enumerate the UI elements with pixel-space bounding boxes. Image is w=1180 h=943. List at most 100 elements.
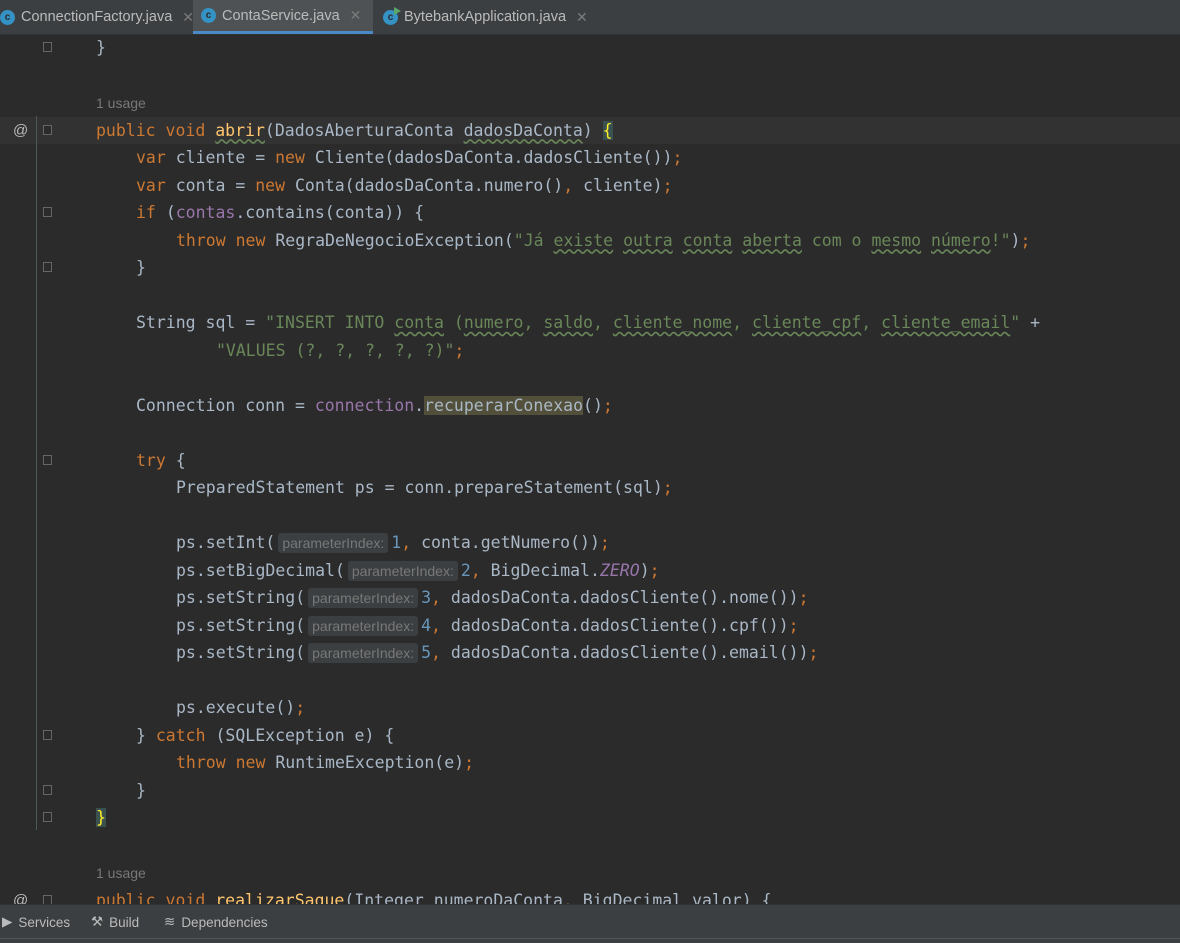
code-line[interactable] <box>0 832 1180 860</box>
code-token: ; <box>662 478 673 497</box>
code-token: , <box>523 313 544 332</box>
code-line[interactable]: if (contas.contains(conta)) { <box>0 199 1180 227</box>
code-line[interactable] <box>0 419 1180 447</box>
class-icon: c <box>201 8 216 23</box>
code-line[interactable] <box>0 667 1180 695</box>
override-marker-icon[interactable]: @ <box>13 117 28 145</box>
fold-marker-icon[interactable] <box>43 894 52 905</box>
tab-bytebankapplication[interactable]: c BytebankApplication.java ✕ <box>375 0 596 34</box>
fold-marker-icon[interactable] <box>43 454 52 465</box>
status-bar <box>0 938 1180 943</box>
code-token: ; <box>599 533 610 552</box>
code-line[interactable]: } <box>0 34 1180 62</box>
inlay-hint: parameterIndex: <box>308 615 419 636</box>
code-text: } <box>96 804 106 832</box>
code-line[interactable]: @ public void abrir(DadosAberturaConta da… <box>0 116 1180 145</box>
code-token: saldo <box>543 313 593 332</box>
code-line[interactable]: ps.execute(); <box>0 694 1180 722</box>
code-token: , <box>732 313 752 332</box>
code-line[interactable]: } <box>0 254 1180 282</box>
code-token: numero <box>463 313 524 332</box>
fold-marker-icon[interactable] <box>43 812 52 822</box>
tab-connectionfactory[interactable]: c ConnectionFactory.java ✕ <box>0 0 202 34</box>
code-line[interactable] <box>0 282 1180 310</box>
code-line[interactable]: } <box>0 804 1180 832</box>
usage-hint[interactable]: 1 usage <box>96 865 146 881</box>
services-button[interactable]: ▶ Services <box>2 905 70 939</box>
fold-marker-icon[interactable] <box>43 207 52 217</box>
code-line[interactable] <box>0 502 1180 530</box>
code-token: ps.setString( <box>176 615 306 635</box>
code-token: " <box>1010 313 1031 332</box>
code-token: , <box>431 643 451 662</box>
code-line[interactable]: ps.setString(parameterIndex: 4, dadosDaCo… <box>0 612 1180 640</box>
code-line[interactable]: throw new RuntimeException(e); <box>0 749 1180 777</box>
code-token: contas <box>175 203 236 222</box>
code-token: ) <box>582 120 603 140</box>
code-text: ps.setString(parameterIndex: 4, dadosDaCo… <box>176 612 799 641</box>
code-token: .contains(conta)) { <box>235 203 425 222</box>
code-line[interactable]: ps.setString(parameterIndex: 3, dadosDaCo… <box>0 584 1180 612</box>
code-token: ) <box>639 560 650 580</box>
code-text: var cliente = new Cliente(dadosDaConta.d… <box>136 144 682 172</box>
code-text: ps.setString(parameterIndex: 3, dadosDaCo… <box>176 584 809 613</box>
code-line[interactable] <box>0 364 1180 392</box>
code-line[interactable]: 1 usage <box>0 859 1180 887</box>
fold-marker-icon[interactable] <box>43 729 52 740</box>
code-token: número <box>931 230 991 250</box>
code-line[interactable]: ps.setString(parameterIndex: 5, dadosDaCo… <box>0 639 1180 667</box>
code-token: ( <box>443 313 464 332</box>
close-icon[interactable]: ✕ <box>350 7 362 24</box>
code-token: existe <box>553 230 614 250</box>
usage-hint[interactable]: 1 usage <box>96 95 146 111</box>
code-token: String sql = <box>136 313 266 332</box>
services-label: Services <box>18 914 71 930</box>
code-text: 1 usage <box>96 859 146 888</box>
code-token: 4 <box>421 615 432 635</box>
dependencies-icon: ≋ <box>164 914 176 929</box>
code-line[interactable]: PreparedStatement ps = conn.prepareState… <box>0 474 1180 502</box>
code-line[interactable]: } <box>0 777 1180 805</box>
build-button[interactable]: ⚒ Build <box>91 905 139 939</box>
code-token: 3 <box>421 588 432 607</box>
code-text: try { <box>136 447 186 475</box>
code-line[interactable]: try { <box>0 447 1180 475</box>
code-line[interactable]: "VALUES (?, ?, ?, ?, ?)"; <box>0 337 1180 365</box>
code-token: { <box>602 120 613 140</box>
code-token: } <box>136 258 146 277</box>
code-line[interactable]: 1 usage <box>0 89 1180 117</box>
fold-marker-icon[interactable] <box>43 42 52 52</box>
dependencies-button[interactable]: ≋ Dependencies <box>164 905 268 939</box>
code-token: dadosDaConta.dadosCliente().nome()) <box>450 588 799 607</box>
code-line[interactable]: var conta = new Conta(dadosDaConta.numer… <box>0 172 1180 200</box>
code-token: try <box>136 450 176 470</box>
code-token: mesmo <box>871 230 922 250</box>
code-token: conta <box>682 230 733 250</box>
code-token: "Já <box>513 230 554 250</box>
tool-window-bar: ▶ Services ⚒ Build ≋ Dependencies <box>0 904 1180 939</box>
code-line[interactable]: ps.setBigDecimal(parameterIndex: 2, BigDe… <box>0 557 1180 585</box>
code-line[interactable]: } catch (SQLException e) { <box>0 722 1180 750</box>
code-line[interactable]: throw new RegraDeNegocioException("Já ex… <box>0 227 1180 255</box>
code-text: } <box>136 254 146 282</box>
tab-label: ContaService.java <box>222 7 340 24</box>
fold-marker-icon[interactable] <box>43 124 52 135</box>
fold-marker-icon[interactable] <box>43 262 52 272</box>
fold-marker-icon[interactable] <box>43 784 52 795</box>
tab-contaservice[interactable]: c ContaService.java ✕ <box>193 0 373 34</box>
code-line[interactable] <box>0 62 1180 90</box>
code-line[interactable]: String sql = "INSERT INTO conta (numero,… <box>0 309 1180 337</box>
code-token: conta = <box>175 175 256 195</box>
code-token: } <box>96 38 106 57</box>
close-icon[interactable]: ✕ <box>576 9 588 26</box>
code-token: ps.setInt( <box>176 533 276 552</box>
code-line[interactable]: Connection conn = connection.recuperarCo… <box>0 392 1180 420</box>
code-line[interactable]: ps.setInt(parameterIndex: 1, conta.getNum… <box>0 529 1180 557</box>
code-token: conta.getNumero()) <box>421 533 600 552</box>
class-icon: c <box>0 9 15 25</box>
code-token: ; <box>454 340 465 360</box>
code-token: cliente_email <box>881 313 1011 332</box>
code-line[interactable]: var cliente = new Cliente(dadosDaConta.d… <box>0 144 1180 172</box>
code-token: dadosDaConta.dadosCliente().email()) <box>450 643 809 662</box>
